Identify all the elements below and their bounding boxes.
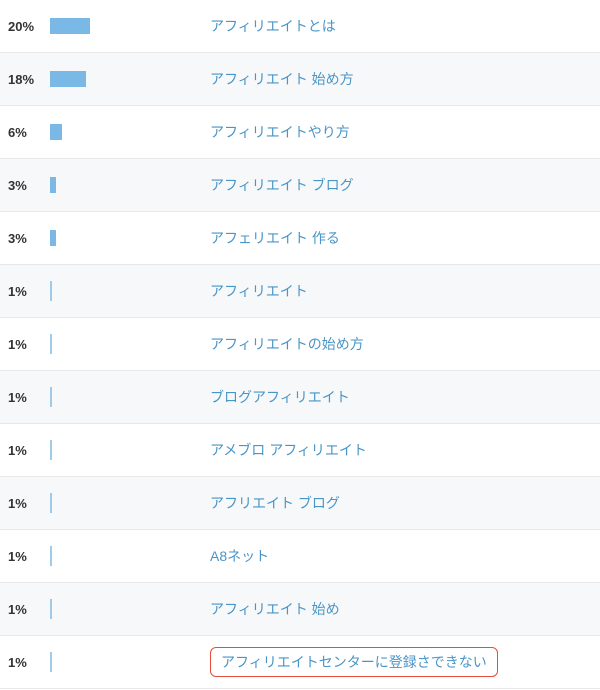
table-row: 3% アフィリエイト ブログ xyxy=(0,159,600,212)
percent-value: 1% xyxy=(8,337,50,352)
bar-icon xyxy=(50,387,52,407)
percent-value: 3% xyxy=(8,231,50,246)
percent-value: 20% xyxy=(8,19,50,34)
table-row: 1% ブログアフィリエイト xyxy=(0,371,600,424)
keyword-link[interactable]: アフィリエイト 始め方 xyxy=(210,69,592,89)
table-row: 6% アフィリエイトやり方 xyxy=(0,106,600,159)
table-row: 3% アフェリエイト 作る xyxy=(0,212,600,265)
bar-icon xyxy=(50,124,62,140)
bar-icon xyxy=(50,281,52,301)
bar-icon xyxy=(50,652,52,672)
keyword-link[interactable]: アメブロ アフィリエイト xyxy=(210,440,592,460)
percent-value: 1% xyxy=(8,284,50,299)
bar-icon xyxy=(50,440,52,460)
keyword-link[interactable]: アフィリエイトの始め方 xyxy=(210,334,592,354)
percent-value: 1% xyxy=(8,655,50,670)
bar-cell xyxy=(50,334,210,354)
keyword-link[interactable]: アフィリエイト xyxy=(210,281,592,301)
bar-cell xyxy=(50,281,210,301)
percent-value: 6% xyxy=(8,125,50,140)
percent-value: 1% xyxy=(8,443,50,458)
bar-icon xyxy=(50,71,86,87)
percent-value: 1% xyxy=(8,549,50,564)
bar-icon xyxy=(50,18,90,34)
keyword-link[interactable]: アフィリエイトやり方 xyxy=(210,122,592,142)
table-row: 1% アメブロ アフィリエイト xyxy=(0,424,600,477)
bar-cell xyxy=(50,124,210,140)
bar-cell xyxy=(50,652,210,672)
keyword-link[interactable]: アフィリエイト ブログ xyxy=(210,175,592,195)
bar-icon xyxy=(50,230,56,246)
table-row: 1% アフィリエイト xyxy=(0,265,600,318)
table-row: 1% アフリエイト ブログ xyxy=(0,477,600,530)
keyword-link-highlighted[interactable]: アフィリエイトセンターに登録さできない xyxy=(210,647,592,677)
bar-icon xyxy=(50,599,52,619)
keyword-link[interactable]: アフィリエイト 始め xyxy=(210,599,592,619)
bar-cell xyxy=(50,546,210,566)
percent-value: 18% xyxy=(8,72,50,87)
bar-cell xyxy=(50,230,210,246)
bar-cell xyxy=(50,599,210,619)
keyword-table: 20% アフィリエイトとは 18% アフィリエイト 始め方 6% アフィリエイト… xyxy=(0,0,600,689)
bar-cell xyxy=(50,71,210,87)
table-row: 18% アフィリエイト 始め方 xyxy=(0,53,600,106)
table-row: 1% アフィリエイト 始め xyxy=(0,583,600,636)
bar-icon xyxy=(50,546,52,566)
percent-value: 1% xyxy=(8,602,50,617)
keyword-link[interactable]: アフリエイト ブログ xyxy=(210,493,592,513)
table-row: 1% アフィリエイトセンターに登録さできない xyxy=(0,636,600,689)
bar-cell xyxy=(50,18,210,34)
bar-icon xyxy=(50,334,52,354)
bar-icon xyxy=(50,177,56,193)
percent-value: 1% xyxy=(8,496,50,511)
bar-cell xyxy=(50,440,210,460)
bar-cell xyxy=(50,177,210,193)
percent-value: 1% xyxy=(8,390,50,405)
bar-cell xyxy=(50,493,210,513)
keyword-link[interactable]: A8ネット xyxy=(210,546,592,566)
bar-cell xyxy=(50,387,210,407)
keyword-link[interactable]: アフィリエイトとは xyxy=(210,16,592,36)
table-row: 1% A8ネット xyxy=(0,530,600,583)
bar-icon xyxy=(50,493,52,513)
keyword-link[interactable]: アフェリエイト 作る xyxy=(210,228,592,248)
percent-value: 3% xyxy=(8,178,50,193)
keyword-link[interactable]: ブログアフィリエイト xyxy=(210,387,592,407)
table-row: 1% アフィリエイトの始め方 xyxy=(0,318,600,371)
table-row: 20% アフィリエイトとは xyxy=(0,0,600,53)
